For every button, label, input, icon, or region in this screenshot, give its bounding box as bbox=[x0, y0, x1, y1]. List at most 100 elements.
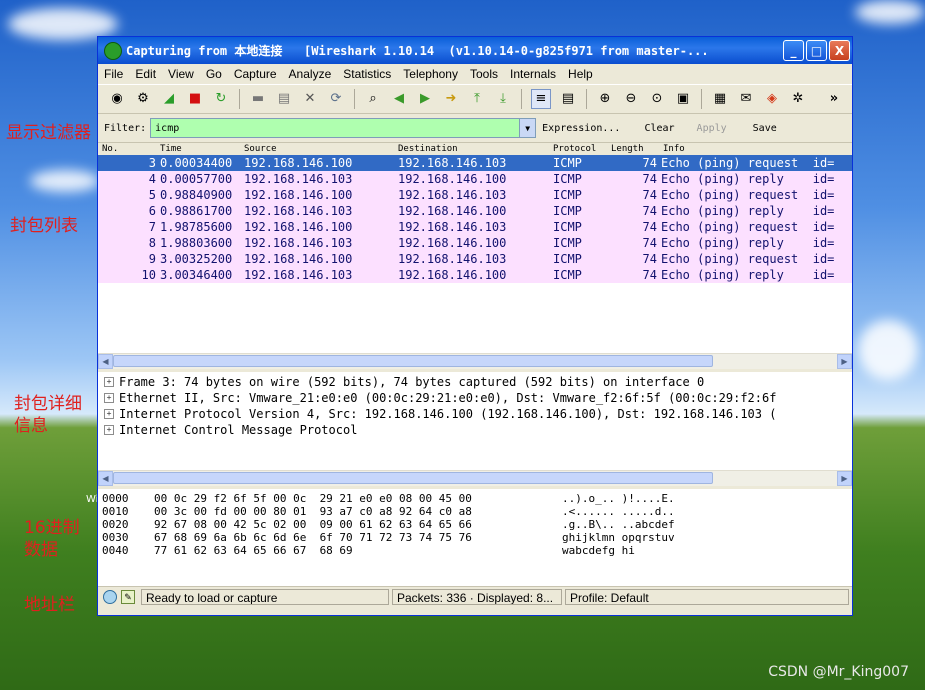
chevron-down-icon[interactable]: ▼ bbox=[519, 119, 536, 137]
expand-icon[interactable]: + bbox=[104, 409, 114, 419]
menu-telephony[interactable]: Telephony bbox=[403, 67, 458, 81]
menu-capture[interactable]: Capture bbox=[234, 67, 277, 81]
maximize-button[interactable]: □ bbox=[806, 40, 827, 61]
clear-button[interactable]: Clear bbox=[644, 123, 674, 134]
table-row[interactable]: 6 0.98861700 192.168.146.103 192.168.146.10… bbox=[98, 203, 852, 219]
table-row[interactable]: 3 0.00034400 192.168.146.100 192.168.146.10… bbox=[98, 155, 852, 171]
column-time[interactable]: Time bbox=[156, 143, 244, 155]
column-destination[interactable]: Destination bbox=[398, 143, 553, 155]
filter-input[interactable]: icmp ▼ bbox=[150, 118, 537, 138]
scroll-left-icon[interactable]: ◀ bbox=[98, 471, 113, 486]
preferences-icon[interactable]: ✲ bbox=[789, 90, 807, 108]
cell-dst: 192.168.146.100 bbox=[398, 172, 507, 186]
close-file-icon[interactable]: ✕ bbox=[301, 90, 319, 108]
zoom-in-icon[interactable]: ⊕ bbox=[596, 90, 614, 108]
save-filter-button[interactable]: Save bbox=[753, 123, 777, 134]
table-row[interactable]: 7 1.98785600 192.168.146.100 192.168.146.10… bbox=[98, 219, 852, 235]
resize-columns-icon[interactable]: ▣ bbox=[674, 90, 692, 108]
menu-analyze[interactable]: Analyze bbox=[289, 67, 332, 81]
menu-internals[interactable]: Internals bbox=[510, 67, 556, 81]
hex-row[interactable]: 0000 00 0c 29 f2 6f 5f 00 0c 29 21 e0 e0 … bbox=[98, 492, 852, 505]
scroll-thumb[interactable] bbox=[113, 472, 713, 484]
cell-proto: ICMP bbox=[553, 236, 582, 250]
menu-statistics[interactable]: Statistics bbox=[343, 67, 391, 81]
interfaces-icon[interactable]: ◉ bbox=[108, 90, 126, 108]
scroll-left-icon[interactable]: ◀ bbox=[98, 354, 113, 369]
filter-value[interactable]: icmp bbox=[151, 123, 519, 134]
scroll-right-icon[interactable]: ▶ bbox=[837, 471, 852, 486]
table-row[interactable]: 8 1.98803600 192.168.146.103 192.168.146.10… bbox=[98, 235, 852, 251]
reload-icon[interactable]: ⟳ bbox=[327, 90, 345, 108]
restart-icon[interactable]: ↻ bbox=[212, 90, 230, 108]
table-row[interactable]: 10 3.00346400 192.168.146.103 192.168.146.1… bbox=[98, 267, 852, 283]
cell-no: 6 bbox=[148, 204, 156, 218]
detail-row-ethernet[interactable]: + Ethernet II, Src: Vmware_21:e0:e0 (00:0… bbox=[98, 390, 852, 406]
menu-edit[interactable]: Edit bbox=[135, 67, 156, 81]
detail-row-ip[interactable]: + Internet Protocol Version 4, Src: 192.1… bbox=[98, 406, 852, 422]
table-row[interactable]: 4 0.00057700 192.168.146.103 192.168.146.10… bbox=[98, 171, 852, 187]
options-icon[interactable]: ⚙ bbox=[134, 90, 152, 108]
expression-button[interactable]: Expression... bbox=[542, 123, 620, 134]
back-icon[interactable]: ◀ bbox=[390, 90, 408, 108]
menu-tools[interactable]: Tools bbox=[470, 67, 498, 81]
toolbar-overflow-icon[interactable]: » bbox=[825, 90, 843, 108]
close-button[interactable]: X bbox=[829, 40, 850, 61]
forward-icon[interactable]: ▶ bbox=[416, 90, 434, 108]
zoom-out-icon[interactable]: ⊖ bbox=[622, 90, 640, 108]
start-icon[interactable]: ◢ bbox=[160, 90, 178, 108]
hex-row[interactable]: 0020 92 67 08 00 42 5c 02 00 09 00 61 62 … bbox=[98, 518, 852, 531]
cell-src: 192.168.146.103 bbox=[244, 172, 353, 186]
last-icon[interactable]: ⤓ bbox=[494, 90, 512, 108]
column-length[interactable]: Length bbox=[611, 143, 657, 155]
status-profile[interactable]: Profile: Default bbox=[565, 589, 849, 605]
cloud bbox=[855, 0, 925, 24]
apply-button[interactable]: Apply bbox=[697, 123, 727, 134]
table-row[interactable]: 5 0.98840900 192.168.146.100 192.168.146.10… bbox=[98, 187, 852, 203]
coloring-rules-icon[interactable]: ◈ bbox=[763, 90, 781, 108]
capture-comment-icon[interactable]: ✎ bbox=[121, 590, 135, 604]
hex-row[interactable]: 0010 00 3c 00 fd 00 00 80 01 93 a7 c0 a8 … bbox=[98, 505, 852, 518]
cell-src: 192.168.146.100 bbox=[244, 252, 353, 266]
expert-info-icon[interactable] bbox=[103, 590, 117, 604]
stop-icon[interactable]: ■ bbox=[186, 90, 204, 108]
table-row[interactable]: 9 3.00325200 192.168.146.100 192.168.146.10… bbox=[98, 251, 852, 267]
main-toolbar: ◉ ⚙ ◢ ■ ↻ ▬ ▤ ✕ ⟳ ⌕ ◀ ▶ ➜ ⤒ ⤓ ≡ ▤ ⊕ ⊖ ⊙ … bbox=[98, 84, 852, 114]
packet-list-scrollbar[interactable]: ◀ ▶ bbox=[98, 353, 852, 369]
scroll-thumb[interactable] bbox=[113, 355, 713, 367]
go-to-icon[interactable]: ➜ bbox=[442, 90, 460, 108]
detail-row-frame[interactable]: + Frame 3: 74 bytes on wire (592 bits), 7… bbox=[98, 374, 852, 390]
expand-icon[interactable]: + bbox=[104, 425, 114, 435]
normal-size-icon[interactable]: ⊙ bbox=[648, 90, 666, 108]
menu-go[interactable]: Go bbox=[206, 67, 222, 81]
expand-icon[interactable]: + bbox=[104, 393, 114, 403]
detail-row-icmp[interactable]: + Internet Control Message Protocol bbox=[98, 422, 852, 438]
expand-icon[interactable]: + bbox=[104, 377, 114, 387]
save-icon[interactable]: ▤ bbox=[275, 90, 293, 108]
hex-row[interactable]: 0040 77 61 62 63 64 65 66 67 68 69 wabcdef… bbox=[98, 544, 852, 557]
autoscroll-icon[interactable]: ▤ bbox=[559, 90, 577, 108]
cloud bbox=[858, 320, 918, 380]
column-info[interactable]: Info bbox=[657, 143, 685, 155]
cell-len: 74 bbox=[642, 220, 657, 234]
title-bar[interactable]: Capturing from 本地连接 [Wireshark 1.10.14 (… bbox=[98, 37, 852, 64]
wireshark-window: Capturing from 本地连接 [Wireshark 1.10.14 (… bbox=[97, 36, 853, 616]
menu-view[interactable]: View bbox=[168, 67, 194, 81]
display-filters-icon[interactable]: ✉ bbox=[737, 90, 755, 108]
scroll-track[interactable] bbox=[113, 471, 837, 486]
column-no[interactable]: No. bbox=[98, 143, 156, 155]
menu-help[interactable]: Help bbox=[568, 67, 593, 81]
column-source[interactable]: Source bbox=[244, 143, 398, 155]
first-icon[interactable]: ⤒ bbox=[468, 90, 486, 108]
colorize-icon[interactable]: ≡ bbox=[531, 89, 551, 109]
find-icon[interactable]: ⌕ bbox=[364, 90, 382, 108]
scroll-right-icon[interactable]: ▶ bbox=[837, 354, 852, 369]
hex-row[interactable]: 0030 67 68 69 6a 6b 6c 6d 6e 6f 70 71 72 … bbox=[98, 531, 852, 544]
minimize-button[interactable]: _ bbox=[783, 40, 804, 61]
cell-info: Echo (ping) request id= bbox=[661, 220, 835, 234]
capture-filters-icon[interactable]: ▦ bbox=[711, 90, 729, 108]
open-icon[interactable]: ▬ bbox=[249, 90, 267, 108]
scroll-track[interactable] bbox=[113, 354, 837, 369]
column-protocol[interactable]: Protocol bbox=[553, 143, 611, 155]
menu-file[interactable]: File bbox=[104, 67, 123, 81]
details-scrollbar[interactable]: ◀ ▶ bbox=[98, 470, 852, 486]
